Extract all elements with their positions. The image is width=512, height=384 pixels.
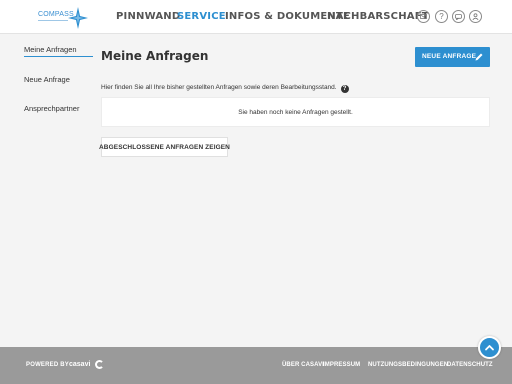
- logo-underline: [38, 20, 68, 21]
- casavi-logo-icon: [95, 360, 104, 369]
- sidebar-item-neue-anfrage[interactable]: Neue Anfrage: [24, 75, 70, 84]
- sidebar-item-ansprechpartner[interactable]: Ansprechpartner: [24, 104, 79, 113]
- question-icon[interactable]: ?: [340, 85, 349, 93]
- nav-nachbarschaft[interactable]: NACHBARSCHAFT: [327, 11, 429, 25]
- description-label: Hier finden Sie all Ihre bisher gestellt…: [101, 84, 337, 91]
- nav-pinnwand[interactable]: PINNWAND: [116, 11, 180, 25]
- compass-star-icon: [68, 7, 88, 29]
- compass-logo[interactable]: COMPASS: [38, 7, 90, 29]
- help-icon[interactable]: ?: [435, 10, 448, 23]
- show-closed-requests-button[interactable]: ABGESCHLOSSENE ANFRAGEN ZEIGEN: [99, 137, 230, 157]
- new-request-label: NEUE ANFRAGE: [422, 53, 477, 60]
- mail-icon[interactable]: [417, 10, 430, 23]
- nav-service[interactable]: SERVICE: [177, 11, 226, 25]
- pencil-icon: [475, 53, 483, 61]
- footer: POWERED BY casavi ÜBER CASAVI IMPRESSUM …: [0, 347, 512, 384]
- sidebar-item-meine-anfragen[interactable]: Meine Anfragen: [24, 45, 77, 54]
- top-header: COMPASS PINNWAND SERVICE INFOS & DOKUMEN…: [0, 0, 512, 34]
- chevron-up-icon: [485, 345, 494, 351]
- powered-by-label: POWERED BY: [26, 362, 70, 368]
- casavi-logo-text[interactable]: casavi: [69, 361, 90, 368]
- footer-link-nutzungsbedingungen[interactable]: NUTZUNGSBEDINGUNGEN: [368, 362, 448, 368]
- sidebar-active-indicator: [24, 56, 93, 57]
- footer-link-impressum[interactable]: IMPRESSUM: [323, 362, 360, 368]
- chat-icon[interactable]: [452, 10, 465, 23]
- description-text: Hier finden Sie all Ihre bisher gestellt…: [101, 84, 349, 93]
- requests-list-empty: Sie haben noch keine Anfragen gestellt.: [101, 97, 490, 127]
- user-icon[interactable]: [469, 10, 482, 23]
- footer-link-ueber-casavi[interactable]: ÜBER CASAVI: [282, 362, 324, 368]
- new-request-button[interactable]: NEUE ANFRAGE: [415, 47, 490, 67]
- page-title: Meine Anfragen: [101, 49, 209, 63]
- scroll-to-top-button[interactable]: [478, 336, 501, 359]
- footer-link-datenschutz[interactable]: DATENSCHUTZ: [447, 362, 493, 368]
- empty-message: Sie haben noch keine Anfragen gestellt.: [238, 109, 353, 116]
